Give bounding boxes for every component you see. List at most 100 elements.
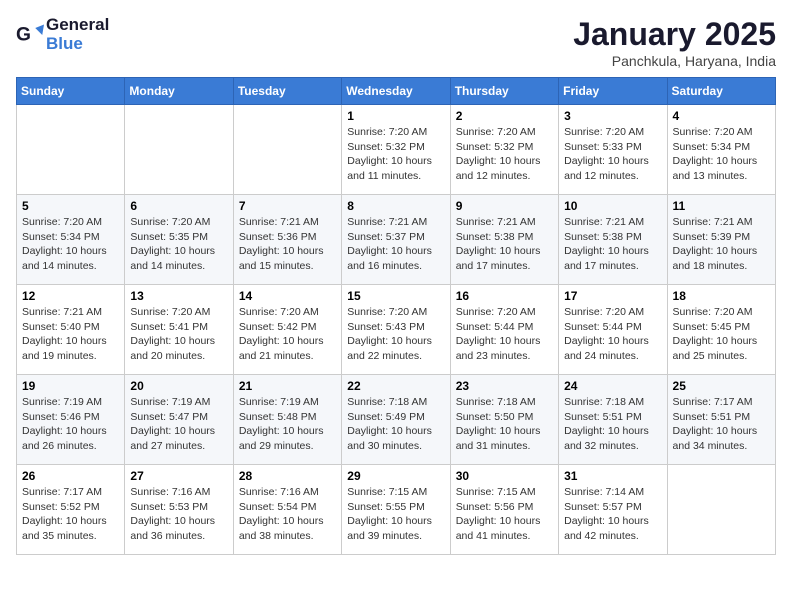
day-info: Sunrise: 7:20 AMSunset: 5:32 PMDaylight:… xyxy=(456,125,553,184)
calendar-week-0: 1 Sunrise: 7:20 AMSunset: 5:32 PMDaylight… xyxy=(17,105,776,195)
day-info: Sunrise: 7:18 AMSunset: 5:49 PMDaylight:… xyxy=(347,395,444,454)
day-info: Sunrise: 7:21 AMSunset: 5:40 PMDaylight:… xyxy=(22,305,119,364)
calendar-cell: 7 Sunrise: 7:21 AMSunset: 5:36 PMDaylight… xyxy=(233,195,341,285)
svg-text:G: G xyxy=(16,24,31,45)
day-info: Sunrise: 7:16 AMSunset: 5:54 PMDaylight:… xyxy=(239,485,336,544)
location-subtitle: Panchkula, Haryana, India xyxy=(573,53,776,69)
calendar-cell: 28Sunrise: 7:16 AMSunset: 5:54 PMDayligh… xyxy=(233,465,341,555)
day-info: Sunrise: 7:21 AMSunset: 5:39 PMDaylight:… xyxy=(673,215,770,274)
calendar-cell: 2 Sunrise: 7:20 AMSunset: 5:32 PMDaylight… xyxy=(450,105,558,195)
day-number: 20 xyxy=(130,379,227,393)
calendar-cell xyxy=(125,105,233,195)
calendar-week-2: 12Sunrise: 7:21 AMSunset: 5:40 PMDayligh… xyxy=(17,285,776,375)
logo-icon: G xyxy=(16,21,44,49)
day-number: 9 xyxy=(456,199,553,213)
calendar-cell: 23Sunrise: 7:18 AMSunset: 5:50 PMDayligh… xyxy=(450,375,558,465)
calendar-cell: 10 Sunrise: 7:21 AMSunset: 5:38 PMDayligh… xyxy=(559,195,667,285)
day-number: 30 xyxy=(456,469,553,483)
day-info: Sunrise: 7:21 AMSunset: 5:38 PMDaylight:… xyxy=(456,215,553,274)
day-number: 10 xyxy=(564,199,661,213)
calendar-cell: 21 Sunrise: 7:19 AMSunset: 5:48 PMDayligh… xyxy=(233,375,341,465)
day-number: 15 xyxy=(347,289,444,303)
calendar-week-3: 19Sunrise: 7:19 AMSunset: 5:46 PMDayligh… xyxy=(17,375,776,465)
day-info: Sunrise: 7:21 AMSunset: 5:37 PMDaylight:… xyxy=(347,215,444,274)
calendar-cell: 13 Sunrise: 7:20 AMSunset: 5:41 PMDayligh… xyxy=(125,285,233,375)
day-info: Sunrise: 7:18 AMSunset: 5:51 PMDaylight:… xyxy=(564,395,661,454)
day-info: Sunrise: 7:16 AMSunset: 5:53 PMDaylight:… xyxy=(130,485,227,544)
day-number: 29 xyxy=(347,469,444,483)
day-info: Sunrise: 7:17 AMSunset: 5:51 PMDaylight:… xyxy=(673,395,770,454)
day-info: Sunrise: 7:21 AMSunset: 5:38 PMDaylight:… xyxy=(564,215,661,274)
col-header-monday: Monday xyxy=(125,78,233,105)
day-number: 7 xyxy=(239,199,336,213)
calendar-cell: 8Sunrise: 7:21 AMSunset: 5:37 PMDaylight… xyxy=(342,195,450,285)
day-number: 6 xyxy=(130,199,227,213)
day-number: 27 xyxy=(130,469,227,483)
day-number: 14 xyxy=(239,289,336,303)
day-number: 31 xyxy=(564,469,661,483)
calendar-cell: 5Sunrise: 7:20 AMSunset: 5:34 PMDaylight… xyxy=(17,195,125,285)
calendar-cell: 6 Sunrise: 7:20 AMSunset: 5:35 PMDaylight… xyxy=(125,195,233,285)
calendar-cell: 11 Sunrise: 7:21 AMSunset: 5:39 PMDayligh… xyxy=(667,195,775,285)
day-info: Sunrise: 7:17 AMSunset: 5:52 PMDaylight:… xyxy=(22,485,119,544)
logo-general: General xyxy=(46,15,109,34)
calendar-cell: 16 Sunrise: 7:20 AMSunset: 5:44 PMDayligh… xyxy=(450,285,558,375)
col-header-sunday: Sunday xyxy=(17,78,125,105)
day-info: Sunrise: 7:20 AMSunset: 5:44 PMDaylight:… xyxy=(456,305,553,364)
calendar-cell: 17 Sunrise: 7:20 AMSunset: 5:44 PMDayligh… xyxy=(559,285,667,375)
calendar-header-row: SundayMondayTuesdayWednesdayThursdayFrid… xyxy=(17,78,776,105)
calendar-cell: 22Sunrise: 7:18 AMSunset: 5:49 PMDayligh… xyxy=(342,375,450,465)
day-number: 18 xyxy=(673,289,770,303)
page-header: G General Blue January 2025 Panchkula, H… xyxy=(16,16,776,69)
day-info: Sunrise: 7:20 AMSunset: 5:44 PMDaylight:… xyxy=(564,305,661,364)
day-info: Sunrise: 7:20 AMSunset: 5:41 PMDaylight:… xyxy=(130,305,227,364)
day-info: Sunrise: 7:20 AMSunset: 5:45 PMDaylight:… xyxy=(673,305,770,364)
day-number: 21 xyxy=(239,379,336,393)
day-info: Sunrise: 7:20 AMSunset: 5:35 PMDaylight:… xyxy=(130,215,227,274)
calendar-cell: 26 Sunrise: 7:17 AMSunset: 5:52 PMDayligh… xyxy=(17,465,125,555)
day-number: 4 xyxy=(673,109,770,123)
calendar-cell: 25 Sunrise: 7:17 AMSunset: 5:51 PMDayligh… xyxy=(667,375,775,465)
calendar-cell: 18 Sunrise: 7:20 AMSunset: 5:45 PMDayligh… xyxy=(667,285,775,375)
day-number: 3 xyxy=(564,109,661,123)
day-info: Sunrise: 7:19 AMSunset: 5:48 PMDaylight:… xyxy=(239,395,336,454)
calendar-cell: 30 Sunrise: 7:15 AMSunset: 5:56 PMDayligh… xyxy=(450,465,558,555)
day-number: 13 xyxy=(130,289,227,303)
calendar-cell: 14Sunrise: 7:20 AMSunset: 5:42 PMDayligh… xyxy=(233,285,341,375)
day-info: Sunrise: 7:20 AMSunset: 5:34 PMDaylight:… xyxy=(673,125,770,184)
day-info: Sunrise: 7:20 AMSunset: 5:34 PMDaylight:… xyxy=(22,215,119,274)
day-number: 24 xyxy=(564,379,661,393)
title-block: January 2025 Panchkula, Haryana, India xyxy=(573,16,776,69)
day-number: 16 xyxy=(456,289,553,303)
day-number: 17 xyxy=(564,289,661,303)
col-header-wednesday: Wednesday xyxy=(342,78,450,105)
calendar-week-4: 26 Sunrise: 7:17 AMSunset: 5:52 PMDayligh… xyxy=(17,465,776,555)
calendar-cell xyxy=(17,105,125,195)
calendar-cell: 9 Sunrise: 7:21 AMSunset: 5:38 PMDaylight… xyxy=(450,195,558,285)
calendar-cell xyxy=(233,105,341,195)
calendar-cell: 29Sunrise: 7:15 AMSunset: 5:55 PMDayligh… xyxy=(342,465,450,555)
calendar-table: SundayMondayTuesdayWednesdayThursdayFrid… xyxy=(16,77,776,555)
day-info: Sunrise: 7:15 AMSunset: 5:56 PMDaylight:… xyxy=(456,485,553,544)
calendar-cell: 1 Sunrise: 7:20 AMSunset: 5:32 PMDaylight… xyxy=(342,105,450,195)
day-number: 26 xyxy=(22,469,119,483)
calendar-cell: 4 Sunrise: 7:20 AMSunset: 5:34 PMDaylight… xyxy=(667,105,775,195)
day-number: 1 xyxy=(347,109,444,123)
day-number: 11 xyxy=(673,199,770,213)
month-title: January 2025 xyxy=(573,16,776,53)
day-number: 23 xyxy=(456,379,553,393)
logo: G General Blue xyxy=(16,16,109,53)
calendar-cell: 20Sunrise: 7:19 AMSunset: 5:47 PMDayligh… xyxy=(125,375,233,465)
calendar-cell: 3 Sunrise: 7:20 AMSunset: 5:33 PMDaylight… xyxy=(559,105,667,195)
day-info: Sunrise: 7:21 AMSunset: 5:36 PMDaylight:… xyxy=(239,215,336,274)
col-header-friday: Friday xyxy=(559,78,667,105)
day-number: 25 xyxy=(673,379,770,393)
day-info: Sunrise: 7:20 AMSunset: 5:33 PMDaylight:… xyxy=(564,125,661,184)
day-number: 2 xyxy=(456,109,553,123)
calendar-week-1: 5Sunrise: 7:20 AMSunset: 5:34 PMDaylight… xyxy=(17,195,776,285)
day-info: Sunrise: 7:20 AMSunset: 5:43 PMDaylight:… xyxy=(347,305,444,364)
calendar-cell: 19Sunrise: 7:19 AMSunset: 5:46 PMDayligh… xyxy=(17,375,125,465)
day-info: Sunrise: 7:20 AMSunset: 5:32 PMDaylight:… xyxy=(347,125,444,184)
calendar-cell xyxy=(667,465,775,555)
day-number: 19 xyxy=(22,379,119,393)
